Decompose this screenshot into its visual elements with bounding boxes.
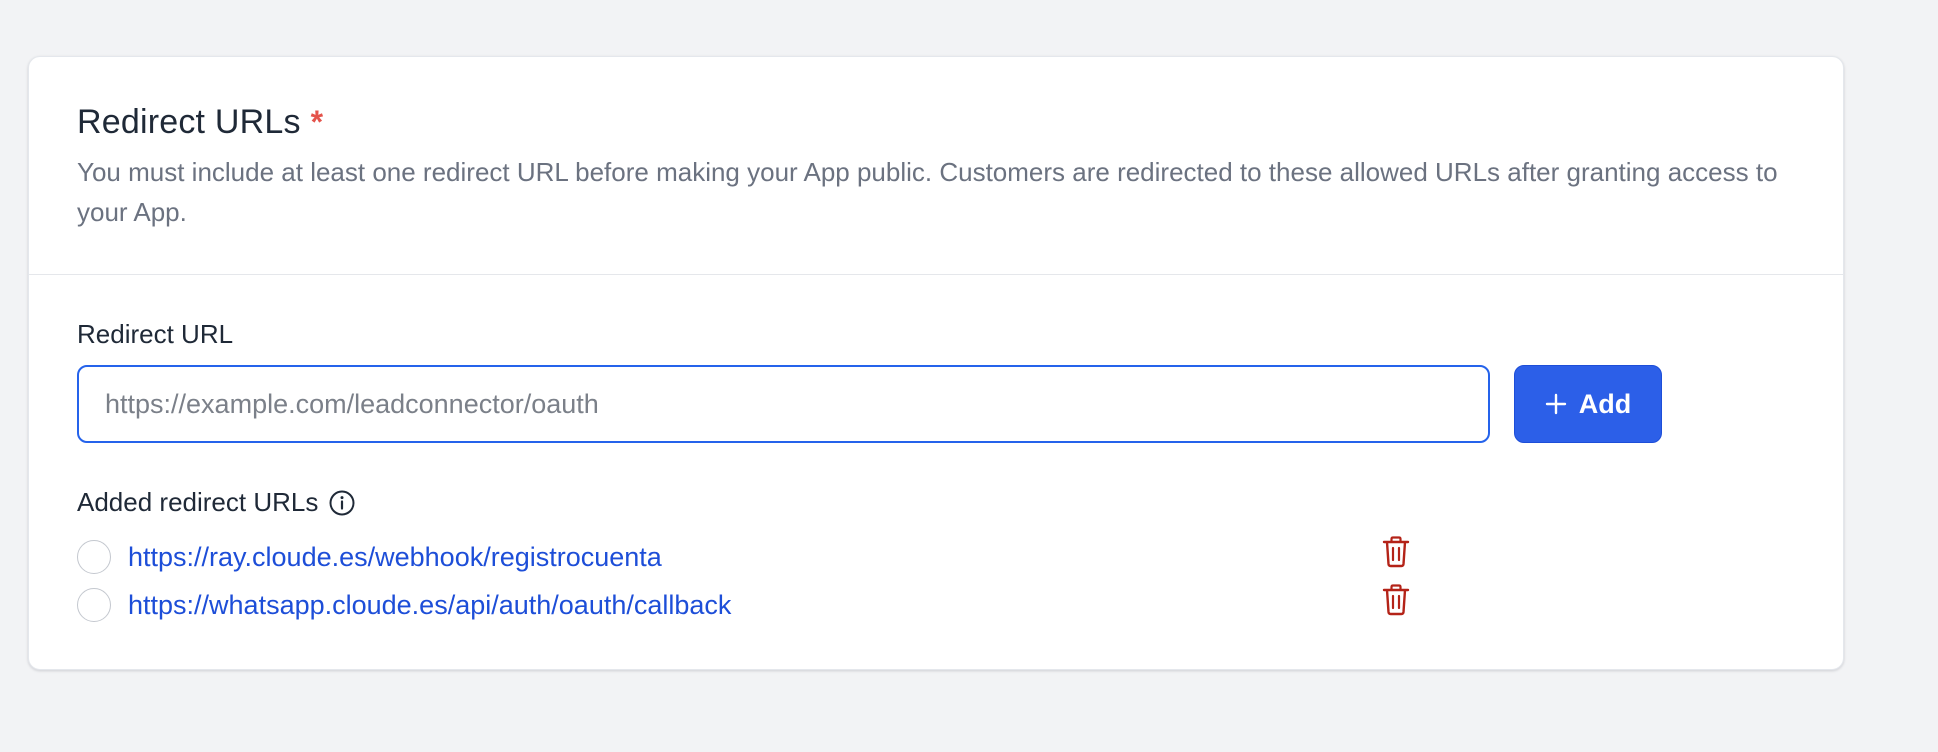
added-redirect-urls-label: Added redirect URLs [77, 487, 319, 517]
title-row: Redirect URLs * [77, 103, 1795, 142]
required-asterisk: * [310, 104, 324, 140]
section-description: You must include at least one redirect U… [77, 157, 1778, 227]
section-header: Redirect URLs * You must include at leas… [77, 103, 1795, 232]
add-button-label: Add [1578, 388, 1632, 419]
added-redirect-urls-heading: Added redirect URLs [77, 487, 356, 518]
plus-icon [1545, 393, 1567, 415]
trash-icon[interactable] [1381, 583, 1411, 622]
redirect-urls-card: Redirect URLs * You must include at leas… [28, 56, 1844, 670]
redirect-url-row: https://whatsapp.cloude.es/api/auth/oaut… [77, 581, 1477, 629]
redirect-url-link[interactable]: https://ray.cloude.es/webhook/registrocu… [128, 542, 662, 573]
redirect-url-link[interactable]: https://whatsapp.cloude.es/api/auth/oaut… [128, 590, 731, 621]
redirect-url-input[interactable] [77, 365, 1490, 443]
info-circle-icon[interactable] [328, 489, 356, 517]
redirect-url-label: Redirect URL [77, 319, 234, 349]
section-title: Redirect URLs [77, 103, 301, 141]
url-select-radio[interactable] [77, 588, 111, 622]
url-select-radio[interactable] [77, 540, 111, 574]
redirect-url-list: https://ray.cloude.es/webhook/registrocu… [77, 533, 1477, 629]
add-button[interactable]: Add [1514, 365, 1662, 443]
trash-icon[interactable] [1381, 535, 1411, 574]
redirect-url-row: https://ray.cloude.es/webhook/registrocu… [77, 533, 1477, 581]
divider [29, 274, 1843, 275]
